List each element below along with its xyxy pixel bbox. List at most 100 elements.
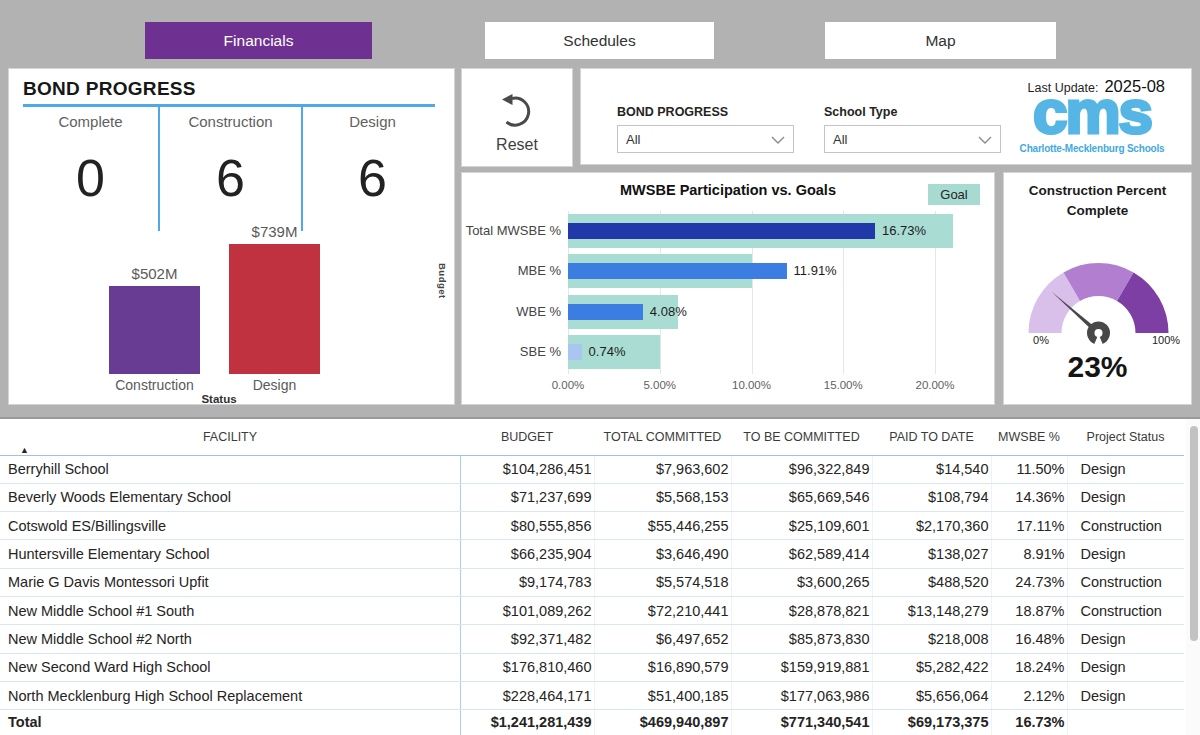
cell-status[interactable]: Construction: [1067, 568, 1184, 596]
cell-num[interactable]: 18.87%: [991, 596, 1067, 624]
cell-num[interactable]: 18.24%: [991, 653, 1067, 681]
cell-num[interactable]: $72,210,441: [594, 596, 731, 624]
column-header-facility[interactable]: FACILITY: [0, 419, 460, 455]
column-header-project-status[interactable]: Project Status: [1067, 419, 1184, 455]
cell-num[interactable]: $71,237,699: [460, 483, 594, 511]
cell-num[interactable]: $5,574,518: [594, 568, 731, 596]
column-header-budget[interactable]: BUDGET: [460, 419, 594, 455]
cell-status[interactable]: Design: [1067, 625, 1184, 653]
cell-num[interactable]: $13,148,279: [872, 596, 991, 624]
cell-num[interactable]: $66,235,904: [460, 540, 594, 568]
dashboard: Financials Schedules Map BOND PROGRESS C…: [0, 0, 1200, 735]
table-scrollbar-thumb[interactable]: [1190, 426, 1198, 641]
cell-status[interactable]: Construction: [1067, 596, 1184, 624]
value-bar[interactable]: [568, 263, 787, 279]
cell-num[interactable]: $85,873,830: [731, 625, 872, 653]
cell-num[interactable]: 16.48%: [991, 625, 1067, 653]
x-axis-label: Design: [214, 377, 335, 393]
cell-facility[interactable]: North Mecklenburg High School Replacemen…: [0, 681, 460, 709]
bar-design[interactable]: [229, 244, 320, 374]
cell-num[interactable]: $104,286,451: [460, 455, 594, 483]
table-row[interactable]: Beverly Woods Elementary School$71,237,6…: [0, 483, 1184, 511]
table-row[interactable]: Cotswold ES/Billingsville$80,555,856$55,…: [0, 512, 1184, 540]
value-bar[interactable]: [568, 304, 643, 320]
sort-ascending-icon[interactable]: ▲: [20, 445, 29, 455]
cell-num[interactable]: $28,878,821: [731, 596, 872, 624]
cell-num[interactable]: $62,589,414: [731, 540, 872, 568]
cell-num[interactable]: $3,600,265: [731, 568, 872, 596]
cell-num[interactable]: $14,540: [872, 455, 991, 483]
cell-num[interactable]: $159,919,881: [731, 653, 872, 681]
table-row[interactable]: North Mecklenburg High School Replacemen…: [0, 681, 1184, 709]
cell-num[interactable]: 14.36%: [991, 483, 1067, 511]
cell-num[interactable]: 11.50%: [991, 455, 1067, 483]
table-row[interactable]: Marie G Davis Montessori Upfit$9,174,783…: [0, 568, 1184, 596]
cell-num[interactable]: $7,963,602: [594, 455, 731, 483]
cell-facility[interactable]: New Middle School #1 South: [0, 596, 460, 624]
x-tick-label: 5.00%: [630, 379, 690, 391]
cell-status[interactable]: Design: [1067, 653, 1184, 681]
cell-num[interactable]: $488,520: [872, 568, 991, 596]
cell-num[interactable]: 24.73%: [991, 568, 1067, 596]
bar-construction[interactable]: [109, 286, 200, 374]
cell-num[interactable]: $96,322,849: [731, 455, 872, 483]
cell-facility[interactable]: New Middle School #2 North: [0, 625, 460, 653]
cell-facility[interactable]: Huntersville Elementary School: [0, 540, 460, 568]
cell-num[interactable]: 2.12%: [991, 681, 1067, 709]
table-row[interactable]: New Middle School #1 South$101,089,262$7…: [0, 596, 1184, 624]
cell-num[interactable]: $138,027: [872, 540, 991, 568]
tab-financials[interactable]: Financials: [145, 22, 372, 59]
cell-num[interactable]: $92,371,482: [460, 625, 594, 653]
cell-num[interactable]: $177,063,986: [731, 681, 872, 709]
column-header-total-committed[interactable]: TOTAL COMMITTED: [594, 419, 731, 455]
bond-progress-slicer[interactable]: All: [617, 125, 794, 153]
cell-facility[interactable]: Berryhill School: [0, 455, 460, 483]
gauge-max-label: 100%: [1148, 334, 1184, 346]
table-row[interactable]: Berryhill School$104,286,451$7,963,602$9…: [0, 455, 1184, 483]
cell-num[interactable]: $3,646,490: [594, 540, 731, 568]
cell-num[interactable]: $5,282,422: [872, 653, 991, 681]
table-row[interactable]: Huntersville Elementary School$66,235,90…: [0, 540, 1184, 568]
cell-status[interactable]: Design: [1067, 540, 1184, 568]
cell-num[interactable]: $176,810,460: [460, 653, 594, 681]
school-type-slicer[interactable]: All: [824, 125, 1001, 153]
cell-facility[interactable]: Cotswold ES/Billingsville: [0, 512, 460, 540]
column-header-to-be-committed[interactable]: TO BE COMMITTED: [731, 419, 872, 455]
cell-facility[interactable]: Beverly Woods Elementary School: [0, 483, 460, 511]
x-axis-title: Status: [169, 393, 269, 405]
cell-status[interactable]: Design: [1067, 681, 1184, 709]
cell-num[interactable]: $9,174,783: [460, 568, 594, 596]
cell-num[interactable]: $55,446,255: [594, 512, 731, 540]
table-row[interactable]: New Second Ward High School$176,810,460$…: [0, 653, 1184, 681]
column-header-paid-to-date[interactable]: PAID TO DATE: [872, 419, 991, 455]
cell-facility[interactable]: Marie G Davis Montessori Upfit: [0, 568, 460, 596]
value-bar[interactable]: [568, 344, 582, 360]
cell-num[interactable]: $65,669,546: [731, 483, 872, 511]
cell-facility[interactable]: New Second Ward High School: [0, 653, 460, 681]
cell-num[interactable]: 8.91%: [991, 540, 1067, 568]
cell-num[interactable]: $101,089,262: [460, 596, 594, 624]
cell-num[interactable]: $80,555,856: [460, 512, 594, 540]
cell-status[interactable]: Design: [1067, 483, 1184, 511]
column-header-mwsbe-[interactable]: MWSBE %: [991, 419, 1067, 455]
table-row[interactable]: New Middle School #2 North$92,371,482$6,…: [0, 625, 1184, 653]
cell-num[interactable]: $51,400,185: [594, 681, 731, 709]
cell-num[interactable]: $16,890,579: [594, 653, 731, 681]
cell-status[interactable]: Construction: [1067, 512, 1184, 540]
value-label: 16.73%: [882, 223, 926, 238]
cell-num[interactable]: $228,464,171: [460, 681, 594, 709]
tab-schedules[interactable]: Schedules: [485, 22, 714, 59]
cell-num[interactable]: $6,497,652: [594, 625, 731, 653]
cell-num[interactable]: $2,170,360: [872, 512, 991, 540]
cell-num[interactable]: 17.11%: [991, 512, 1067, 540]
cell-status[interactable]: Design: [1067, 455, 1184, 483]
cell-num[interactable]: $108,794: [872, 483, 991, 511]
cell-num[interactable]: $25,109,601: [731, 512, 872, 540]
cell-num[interactable]: $5,568,153: [594, 483, 731, 511]
cell-num[interactable]: $218,008: [872, 625, 991, 653]
tab-map[interactable]: Map: [825, 22, 1056, 59]
gauge-panel: Construction PercentComplete 0% 100% 23%: [1003, 172, 1192, 405]
reset-button[interactable]: Reset: [461, 68, 573, 167]
value-bar[interactable]: [568, 223, 875, 239]
cell-num[interactable]: $5,656,064: [872, 681, 991, 709]
